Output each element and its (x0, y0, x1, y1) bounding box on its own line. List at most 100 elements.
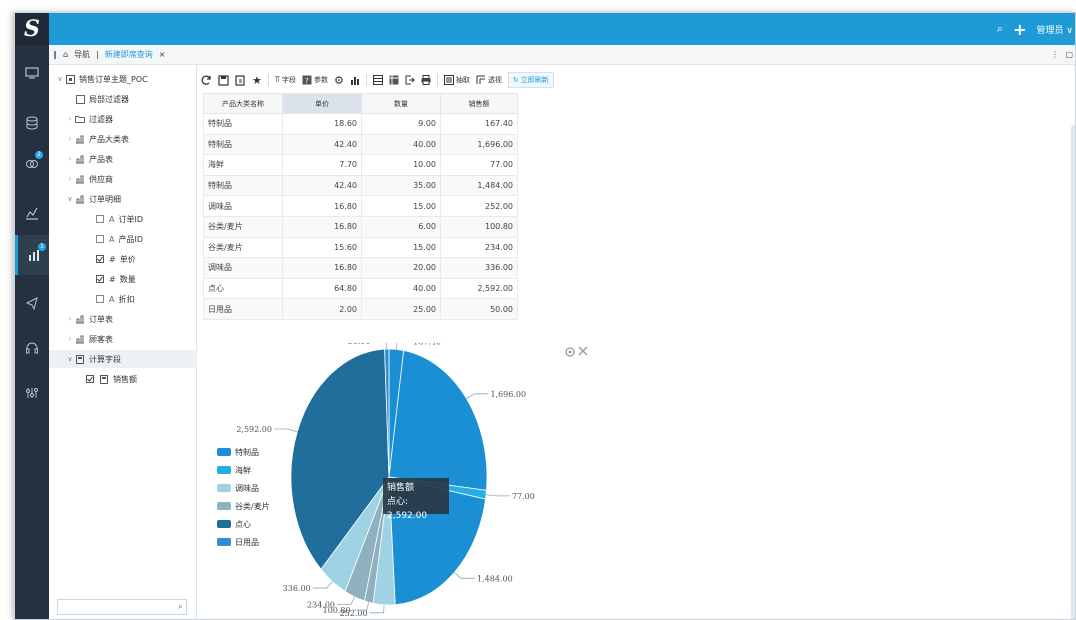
tab-home[interactable]: 导航 (74, 49, 90, 60)
data-label: 1,484.00 (477, 574, 513, 583)
column-header[interactable]: 单价 (282, 93, 362, 114)
tree-item-order-detail[interactable]: ∨ 订单明细 (65, 191, 121, 207)
refresh-icon[interactable] (201, 72, 212, 88)
export-icon[interactable] (405, 72, 415, 88)
tree-item-order-table[interactable]: › 订单表 (65, 311, 113, 327)
tree-item-local-filter[interactable]: 局部过滤器 (75, 91, 129, 107)
checkbox-checked-icon[interactable] (95, 254, 105, 264)
column-header[interactable]: 产品大类名称 (203, 93, 283, 114)
tree-search-input[interactable]: ⌕ (57, 599, 187, 615)
chart-close-icon[interactable] (578, 346, 588, 356)
checkbox-checked-icon[interactable] (85, 374, 95, 384)
tree-item-calculated-fields[interactable]: ∨ 计算字段 (65, 351, 121, 367)
chevron-right-icon: › (68, 315, 72, 323)
chart-up-icon[interactable] (15, 193, 49, 233)
field-quantity[interactable]: # 数量 (95, 271, 136, 287)
analysis-icon[interactable]: 1 (15, 235, 49, 275)
field-button[interactable]: ⫪ 字段 (275, 72, 296, 88)
data-label-leader (386, 343, 388, 350)
field-product-id[interactable]: A 产品ID (95, 231, 143, 247)
table-cell: 40.00 (361, 277, 441, 300)
table-cell: 1,484.00 (440, 174, 518, 197)
datasets-icon[interactable]: 2 (15, 143, 49, 183)
legend-item[interactable]: 日用品 (217, 533, 270, 551)
legend-item[interactable]: 海鲜 (217, 461, 270, 479)
table-row: 海鲜 7.70 10.00 77.00 (203, 154, 518, 176)
add-icon[interactable]: + (1013, 20, 1026, 39)
field-unit-price[interactable]: # 单价 (95, 251, 136, 267)
column-header[interactable]: 数量 (361, 93, 441, 114)
pie-slice[interactable] (388, 349, 488, 491)
save-as-icon[interactable] (235, 72, 246, 88)
tree-item-customer-table[interactable]: › 顾客表 (65, 331, 113, 347)
cross-table-icon[interactable] (389, 72, 399, 88)
tools-icon[interactable] (15, 373, 49, 413)
tab-active[interactable]: 新建即席查询 (105, 49, 153, 60)
pivot-button[interactable]: 透视 (476, 72, 502, 88)
legend-item[interactable]: 特制品 (217, 443, 270, 461)
home-icon[interactable]: ⌂ (63, 50, 68, 59)
toolbar-separator (267, 74, 269, 86)
table-icon (75, 334, 85, 344)
data-label: 50.00 (348, 343, 371, 346)
checkbox-unchecked-icon[interactable] (95, 294, 105, 304)
table-cell: 16.80 (282, 215, 362, 238)
tree-item-product-table[interactable]: › 产品表 (65, 151, 113, 167)
database-icon[interactable] (15, 103, 49, 143)
table-cell: 25.00 (361, 298, 441, 320)
search-icon[interactable]: ⌕ (997, 22, 1003, 36)
tree-item-category-table[interactable]: › 产品大类表 (65, 131, 129, 147)
table-cell: 调味品 (203, 257, 283, 279)
search-icon: ⌕ (177, 602, 183, 612)
collapse-icon[interactable]: ‖ (53, 50, 57, 59)
live-refresh-button[interactable]: ↻ 立即刷新 (507, 72, 554, 88)
save-icon[interactable] (218, 72, 229, 88)
data-label: 234.00 (307, 600, 335, 609)
field-order-id[interactable]: A 订单ID (95, 211, 143, 227)
calculator-icon (75, 354, 85, 364)
legend-item[interactable]: 谷类/麦片 (217, 497, 270, 515)
close-tab-icon[interactable]: × (159, 50, 166, 59)
table-cell: 18.60 (282, 113, 362, 135)
tree-root[interactable]: ∨ 销售订单主题_POC (55, 71, 148, 87)
checkbox-checked-icon[interactable] (95, 274, 105, 284)
pie-slices (290, 348, 488, 606)
table-cell: 7.70 (282, 154, 362, 176)
user-menu[interactable]: 管理员 ∨ (1037, 23, 1073, 36)
param-button[interactable]: ? 参数 (302, 72, 328, 88)
chevron-right-icon: › (68, 135, 72, 143)
more-icon[interactable]: ⋮ (1051, 50, 1059, 59)
data-label-leader (273, 428, 298, 433)
send-icon[interactable] (15, 283, 49, 323)
legend-item[interactable]: 点心 (217, 515, 270, 533)
chart-settings-icon[interactable] (565, 347, 575, 357)
field-sales-amount[interactable]: 销售额 (85, 371, 137, 387)
monitor-icon[interactable] (15, 53, 49, 93)
table-row: 调味品 16.80 15.00 252.00 (203, 195, 518, 217)
column-header[interactable]: 销售额 (440, 93, 518, 114)
tree-item-filter[interactable]: › 过滤器 (65, 111, 113, 127)
legend-label: 海鲜 (235, 465, 251, 475)
field-discount[interactable]: A 折扣 (95, 291, 134, 307)
table-cell: 16.80 (282, 195, 362, 217)
table-view-icon[interactable] (372, 72, 383, 88)
param-icon: ? (302, 75, 312, 85)
window-icon[interactable]: ▢ (1065, 50, 1073, 59)
headset-icon[interactable] (15, 328, 49, 368)
table-cell: 谷类/麦片 (203, 236, 283, 259)
checkbox-unchecked-icon[interactable] (95, 234, 105, 244)
table-cell: 50.00 (440, 298, 518, 320)
legend-label: 调味品 (235, 483, 259, 493)
table-cell: 64.80 (282, 277, 362, 300)
legend-item[interactable]: 调味品 (217, 479, 270, 497)
favorite-icon[interactable]: ★ (252, 72, 262, 88)
tree-item-supplier[interactable]: › 供应商 (65, 171, 113, 187)
settings-icon[interactable]: ⚙ (334, 72, 344, 88)
extract-button[interactable]: 抽取 (443, 72, 470, 88)
table-row: 特制品 42.40 35.00 1,484.00 (203, 174, 518, 197)
bar-chart-icon[interactable] (350, 72, 360, 88)
checkbox-unchecked-icon[interactable] (95, 214, 105, 224)
data-label: 77.00 (512, 492, 535, 501)
print-icon[interactable] (421, 72, 431, 88)
vertical-scrollbar[interactable] (1071, 125, 1075, 619)
